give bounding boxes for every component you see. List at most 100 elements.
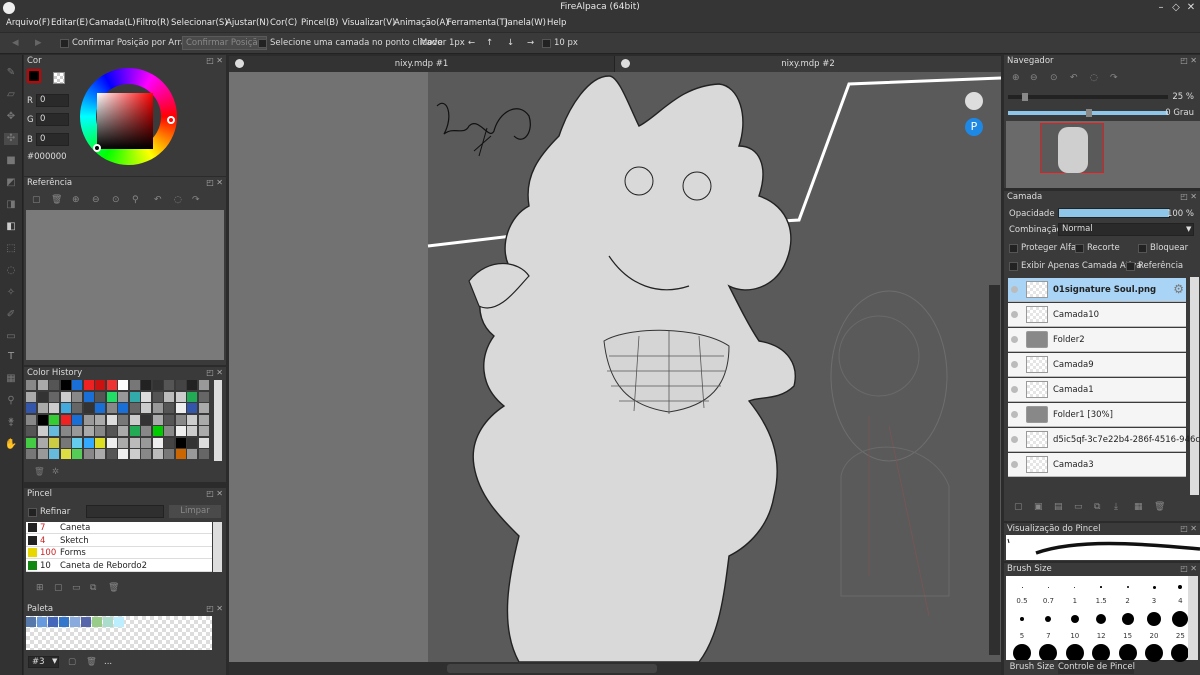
layer-settings-icon[interactable]: ⚙ — [1173, 282, 1184, 296]
saturation-square[interactable] — [97, 93, 153, 149]
history-swatch[interactable] — [164, 391, 174, 402]
history-swatch[interactable] — [72, 437, 82, 448]
menu-animacao[interactable]: Animação(A) — [394, 18, 449, 28]
history-swatch[interactable] — [175, 449, 186, 459]
next-icon[interactable]: ▶ — [35, 38, 42, 48]
layer-row[interactable]: Camada3 — [1008, 453, 1186, 477]
menu-selecionar[interactable]: Selecionar(S) — [171, 18, 228, 28]
close-button[interactable]: ✕ — [1184, 1, 1198, 15]
panel-window-icons[interactable]: ◰ ✕ — [1180, 191, 1197, 203]
confirm-drag-checkbox[interactable] — [60, 39, 69, 48]
brush-size-dot[interactable] — [1074, 586, 1076, 588]
menu-camada[interactable]: Camada(L) — [89, 18, 136, 28]
history-swatch[interactable] — [26, 449, 36, 459]
gradient-tool-icon[interactable]: ◨ — [4, 199, 18, 211]
show-active-checkbox[interactable] — [1009, 262, 1018, 271]
history-swatch[interactable] — [26, 414, 36, 425]
history-swatch[interactable] — [95, 449, 105, 459]
brush-size-dot[interactable] — [1171, 644, 1190, 662]
history-swatch[interactable] — [83, 380, 94, 390]
history-swatch[interactable] — [141, 426, 151, 436]
rotate-right-icon[interactable]: ↷ — [192, 195, 200, 205]
brush-size-scrollbar[interactable] — [1188, 576, 1198, 660]
brush-scrollbar[interactable] — [213, 522, 222, 572]
history-swatch[interactable] — [26, 403, 36, 413]
color-history-grid[interactable] — [26, 380, 212, 461]
history-swatch[interactable] — [141, 449, 151, 459]
arrow-right-icon[interactable]: → — [527, 38, 534, 48]
layer-row[interactable]: Folder1 [30%] — [1008, 403, 1186, 427]
history-swatch[interactable] — [49, 437, 59, 448]
history-swatch[interactable] — [106, 426, 117, 436]
blend-dropdown-icon[interactable]: ▼ — [1186, 225, 1191, 233]
history-swatch[interactable] — [106, 380, 117, 390]
panel-window-icons[interactable]: ◰ ✕ — [1180, 55, 1197, 67]
rotation-slider[interactable] — [1008, 109, 1168, 117]
visibility-eye-icon[interactable] — [1011, 386, 1018, 393]
visibility-eye-icon[interactable] — [1011, 461, 1018, 468]
arrow-down-icon[interactable]: ↓ — [507, 38, 514, 48]
navigator-preview[interactable] — [1006, 121, 1200, 188]
brush-size-dot[interactable] — [1096, 614, 1107, 624]
brush-size-dot[interactable] — [1021, 586, 1023, 588]
panel-window-icons[interactable]: ◰ ✕ — [206, 603, 223, 615]
brush-size-dot[interactable] — [1070, 615, 1079, 623]
history-swatch[interactable] — [118, 391, 128, 402]
history-swatch[interactable] — [152, 437, 163, 448]
menu-ferramenta[interactable]: Ferramenta(T) — [447, 18, 508, 28]
history-swatch[interactable] — [164, 449, 174, 459]
brush-size-dot[interactable] — [1126, 586, 1129, 588]
history-swatch[interactable] — [141, 380, 151, 390]
history-swatch[interactable] — [83, 449, 94, 459]
hue-handle[interactable] — [167, 116, 175, 124]
eyedropper-icon[interactable]: ⚲ — [132, 195, 139, 205]
history-swatch[interactable] — [175, 414, 186, 425]
history-swatch[interactable] — [83, 426, 94, 436]
history-swatch[interactable] — [37, 449, 48, 459]
arrow-left-icon[interactable]: ← — [468, 38, 475, 48]
brush-folder-icon[interactable]: ▭ — [72, 583, 81, 593]
brush-size-dot[interactable] — [1152, 585, 1156, 589]
history-swatch[interactable] — [175, 380, 186, 390]
delete-brush-icon[interactable]: 🗑 — [108, 583, 119, 593]
history-swatch[interactable] — [141, 391, 151, 402]
panel-window-icons[interactable]: ◰ ✕ — [206, 55, 223, 67]
history-swatch[interactable] — [60, 380, 71, 390]
hand-tool-icon[interactable]: ✣ — [4, 133, 18, 145]
menu-ajustar[interactable]: Ajustar(N) — [226, 18, 269, 28]
history-swatch[interactable] — [26, 391, 36, 402]
eyedropper-tool-icon[interactable]: ⚲ — [4, 395, 18, 407]
panel-window-icons[interactable]: ◰ ✕ — [206, 367, 223, 379]
brush-size-grid[interactable]: 0.5 0.7 1 1.5 2 3 4 5 7 10 12 15 20 25 — [1006, 576, 1190, 662]
tab-brush-size[interactable]: Brush Size — [1008, 660, 1056, 674]
menu-visualizar[interactable]: Visualizar(V) — [342, 18, 395, 28]
menu-pincel[interactable]: Pincel(B) — [301, 18, 338, 28]
eraser-tool-icon[interactable]: ▱ — [4, 89, 18, 101]
r-input[interactable]: 0 — [36, 94, 69, 107]
dropdown-arrow-icon[interactable]: ▼ — [52, 657, 57, 665]
horizontal-scrollbar[interactable] — [229, 662, 1001, 675]
history-swatch[interactable] — [152, 403, 163, 413]
history-swatch[interactable] — [83, 391, 94, 402]
visibility-eye-icon[interactable] — [1011, 286, 1018, 293]
nav-reset-icon[interactable]: ◌ — [1090, 73, 1098, 83]
rect-fill-tool-icon[interactable]: ■ — [4, 155, 18, 167]
history-swatch[interactable] — [198, 449, 209, 459]
history-swatch[interactable] — [198, 414, 209, 425]
nav-rotate-right-icon[interactable]: ↷ — [1110, 73, 1118, 83]
zoom-fit-icon[interactable]: ⊙ — [112, 195, 120, 205]
history-swatch[interactable] — [95, 380, 105, 390]
history-swatch[interactable] — [118, 414, 128, 425]
brush-item[interactable]: 7 Caneta — [26, 522, 212, 534]
fg-bg-color-icon[interactable]: ◧ — [4, 221, 18, 233]
history-swatch[interactable] — [49, 380, 59, 390]
history-swatch[interactable] — [198, 426, 209, 436]
nav-zoom-out-icon[interactable]: ⊖ — [1030, 73, 1038, 83]
history-swatch[interactable] — [95, 403, 105, 413]
menu-cor[interactable]: Cor(C) — [270, 18, 297, 28]
history-swatch[interactable] — [187, 414, 197, 425]
palette-more-button[interactable]: ... — [104, 657, 112, 667]
history-swatch[interactable] — [164, 426, 174, 436]
history-swatch[interactable] — [83, 437, 94, 448]
protect-alpha-checkbox[interactable] — [1009, 244, 1018, 253]
